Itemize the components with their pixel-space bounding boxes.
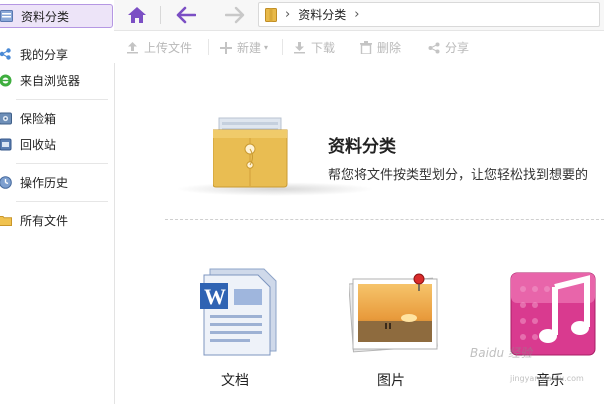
- download-icon: [293, 41, 306, 54]
- safe-icon: [0, 111, 12, 125]
- top-navigation-bar: › 资料分类 ›: [114, 0, 604, 31]
- chevron-right-icon[interactable]: ›: [354, 7, 359, 22]
- music-icon: [510, 272, 596, 356]
- new-label: 新建: [237, 41, 262, 55]
- category-music[interactable]: [509, 265, 604, 361]
- back-arrow-icon: [176, 6, 196, 24]
- sidebar-item-history[interactable]: 操作历史: [0, 170, 112, 194]
- main-content: 资料分类 帮您将文件按类型划分，让您轻松找到想要的 W 文档 图片 音乐 Bai…: [115, 64, 604, 404]
- toolbar-divider: [282, 39, 283, 55]
- back-button[interactable]: [173, 3, 199, 27]
- forward-button[interactable]: [222, 3, 248, 27]
- download-button[interactable]: 下载: [293, 39, 335, 56]
- category-icon: [0, 9, 13, 23]
- trash-icon: [360, 41, 372, 54]
- forward-arrow-icon: [225, 6, 245, 24]
- sidebar-item-browser[interactable]: 来自浏览器: [0, 68, 112, 92]
- sidebar-item-recycle-bin[interactable]: 回收站: [0, 132, 112, 156]
- sidebar-item-all-files[interactable]: 所有文件: [0, 208, 112, 232]
- home-icon: [128, 7, 146, 23]
- upload-label: 上传文件: [144, 41, 193, 55]
- sidebar-divider: [16, 99, 108, 100]
- sidebar-item-label: 资料分类: [21, 9, 70, 24]
- sidebar-item-label: 我的分享: [20, 47, 69, 62]
- share-label: 分享: [445, 41, 470, 55]
- sidebar-item-label: 来自浏览器: [20, 73, 81, 88]
- share-icon: [0, 47, 12, 61]
- sidebar-item-label: 保险箱: [20, 111, 57, 126]
- svg-text:W: W: [204, 284, 226, 309]
- sidebar-divider: [16, 163, 108, 164]
- picture-icon: [348, 273, 438, 353]
- sidebar-item-label: 操作历史: [20, 175, 69, 190]
- recycle-bin-icon: [0, 137, 12, 151]
- history-icon: [0, 175, 12, 189]
- share-button[interactable]: 分享: [428, 39, 469, 56]
- sidebar-item-category[interactable]: 资料分类: [0, 4, 113, 28]
- category-document-label[interactable]: 文档: [221, 370, 249, 390]
- delete-label: 删除: [377, 41, 402, 55]
- home-button[interactable]: [124, 3, 150, 27]
- sidebar-item-label: 回收站: [20, 137, 57, 152]
- plus-icon: [220, 41, 232, 54]
- sidebar-item-label: 所有文件: [20, 213, 69, 228]
- delete-button[interactable]: 删除: [360, 39, 401, 56]
- page-title: 资料分类: [328, 137, 396, 157]
- download-label: 下载: [311, 41, 336, 55]
- sidebar-item-my-share[interactable]: 我的分享: [0, 42, 112, 66]
- category-picture-label[interactable]: 图片: [377, 370, 405, 390]
- page-description: 帮您将文件按类型划分，让您轻松找到想要的: [328, 168, 589, 183]
- upload-icon: [126, 41, 139, 54]
- nav-divider: [160, 6, 161, 24]
- chevron-right-icon: ›: [285, 7, 291, 22]
- dashed-divider: [165, 219, 604, 220]
- category-picture[interactable]: [348, 271, 441, 359]
- sidebar-item-safe[interactable]: 保险箱: [0, 106, 112, 130]
- category-document[interactable]: W: [198, 267, 282, 361]
- toolbar-divider: [208, 39, 209, 55]
- category-music-label[interactable]: 音乐: [536, 370, 564, 390]
- sidebar: 资料分类 我的分享 来自浏览器 保险箱 回收站 操作历史 所有文件: [0, 0, 115, 404]
- new-button[interactable]: 新建 ▾: [220, 39, 268, 56]
- folder-icon: [0, 213, 12, 227]
- document-icon: W: [200, 268, 277, 356]
- toolbar: 上传文件 新建 ▾ 下载 删除 分享: [114, 31, 604, 63]
- browser-icon: [0, 73, 12, 87]
- sidebar-divider: [16, 201, 108, 202]
- dropdown-arrow-icon: ▾: [264, 43, 269, 52]
- folder-icon: [265, 7, 277, 22]
- upload-button[interactable]: 上传文件: [126, 39, 192, 56]
- address-bar[interactable]: › 资料分类 ›: [258, 2, 600, 27]
- archive-folder-icon: [212, 114, 289, 192]
- breadcrumb[interactable]: 资料分类: [298, 6, 346, 23]
- share-icon: [428, 42, 440, 54]
